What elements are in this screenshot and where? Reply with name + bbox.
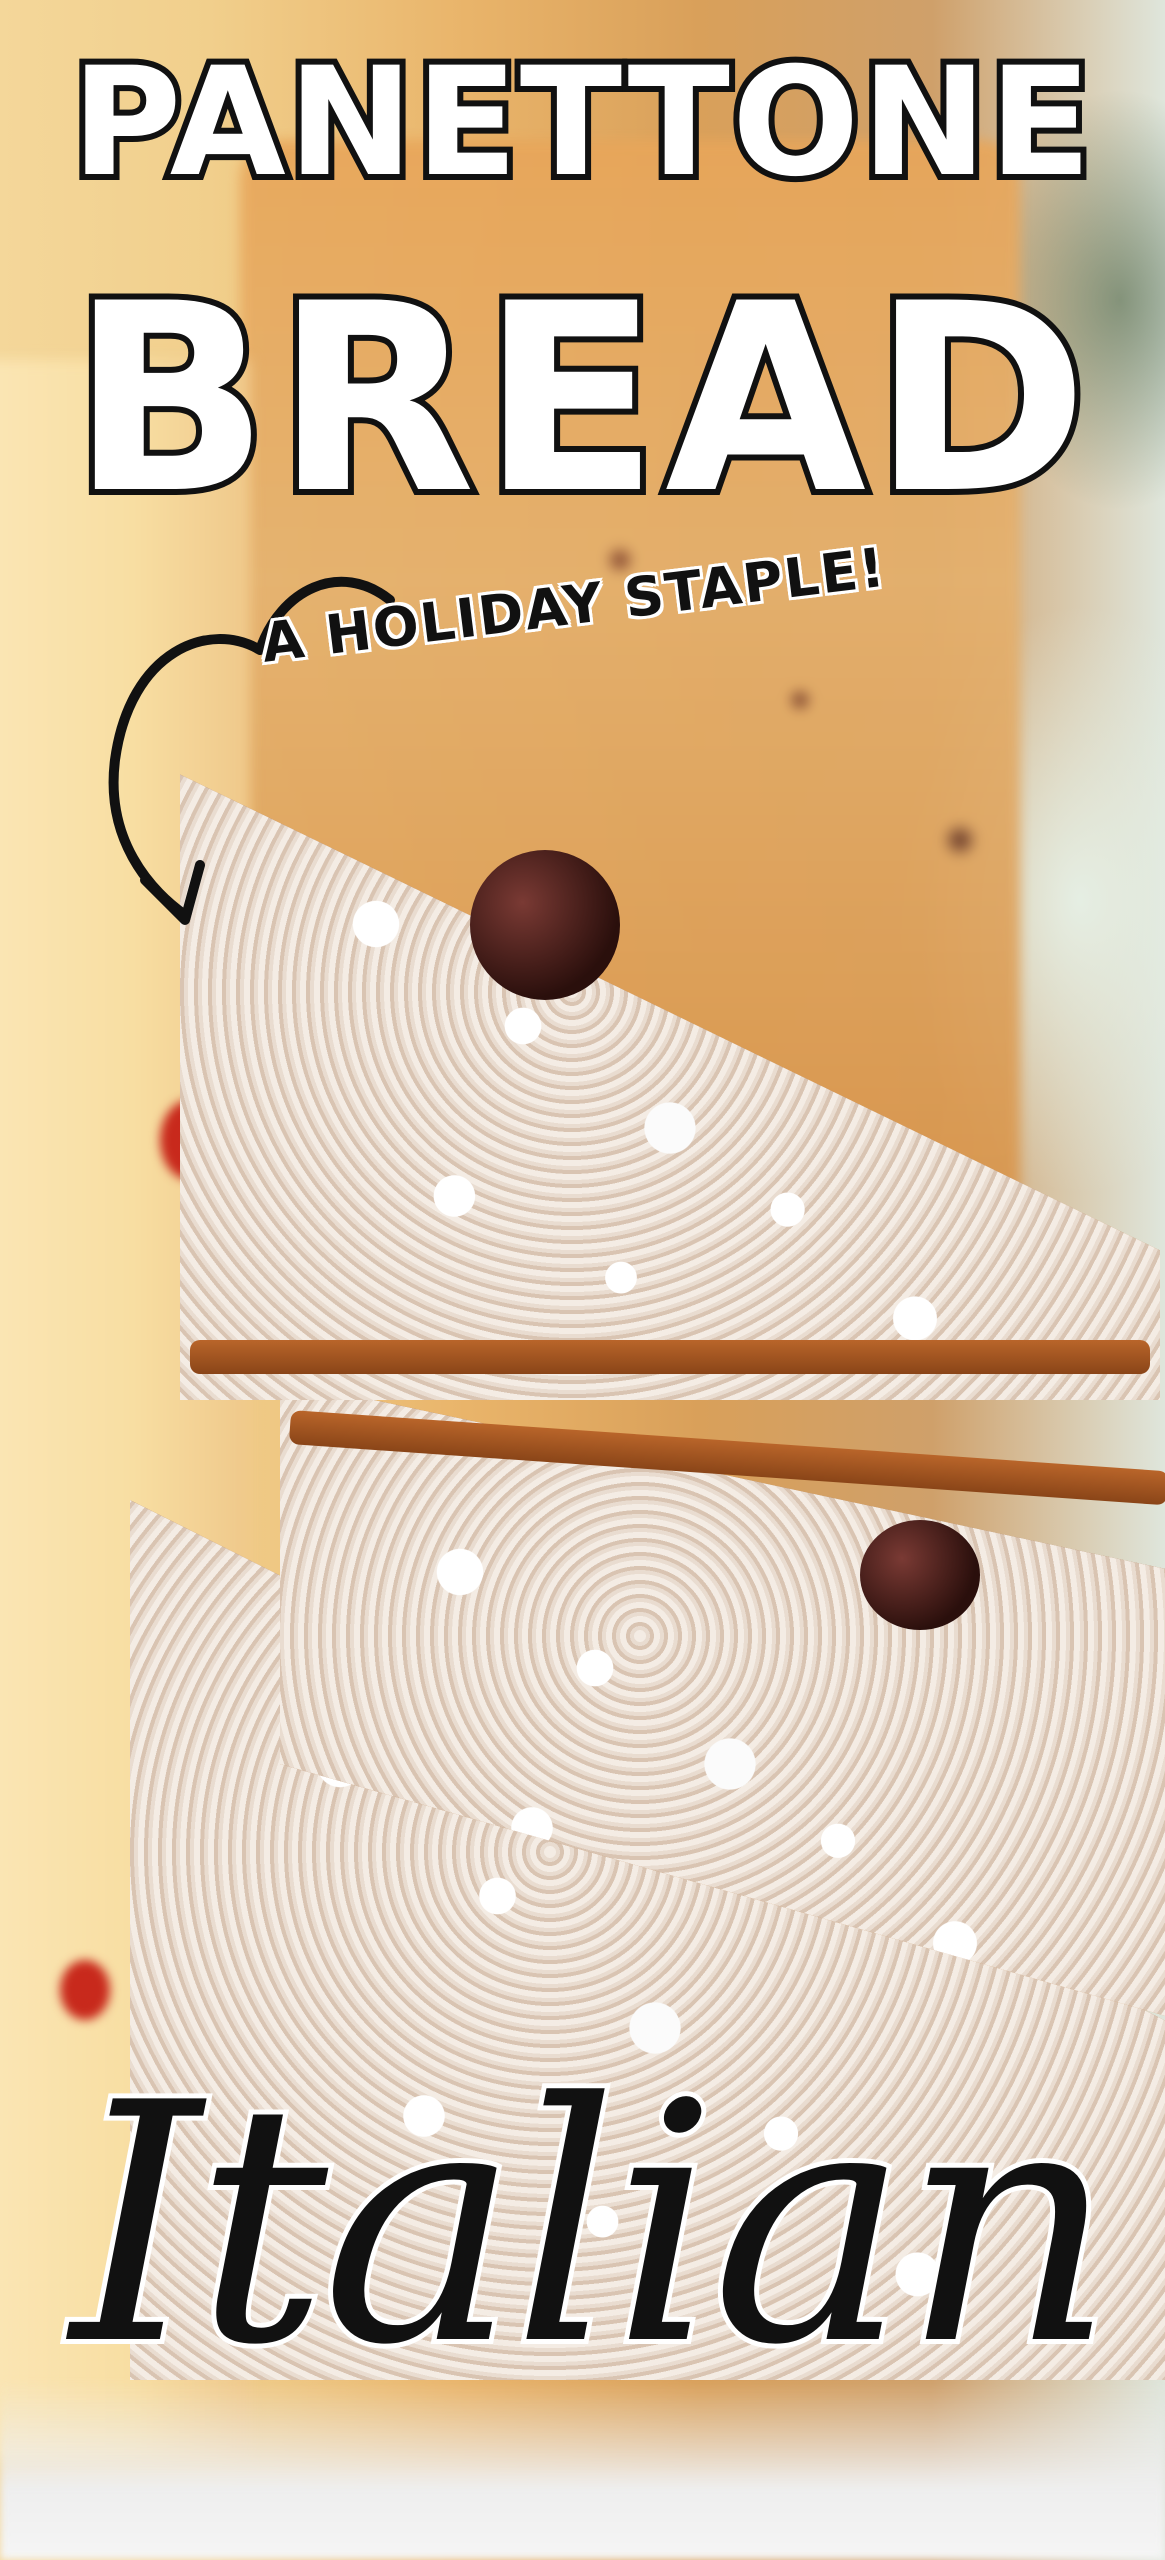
candied-fruit xyxy=(60,1960,110,2020)
script-word: Italian xyxy=(66,2033,1120,2417)
slice-crust xyxy=(190,1340,1150,1374)
title-line-1: PANETTONE xyxy=(66,36,1098,210)
raisin xyxy=(860,1520,980,1630)
title-line-2: BREAD xyxy=(65,249,1095,551)
raisin xyxy=(470,850,620,1000)
